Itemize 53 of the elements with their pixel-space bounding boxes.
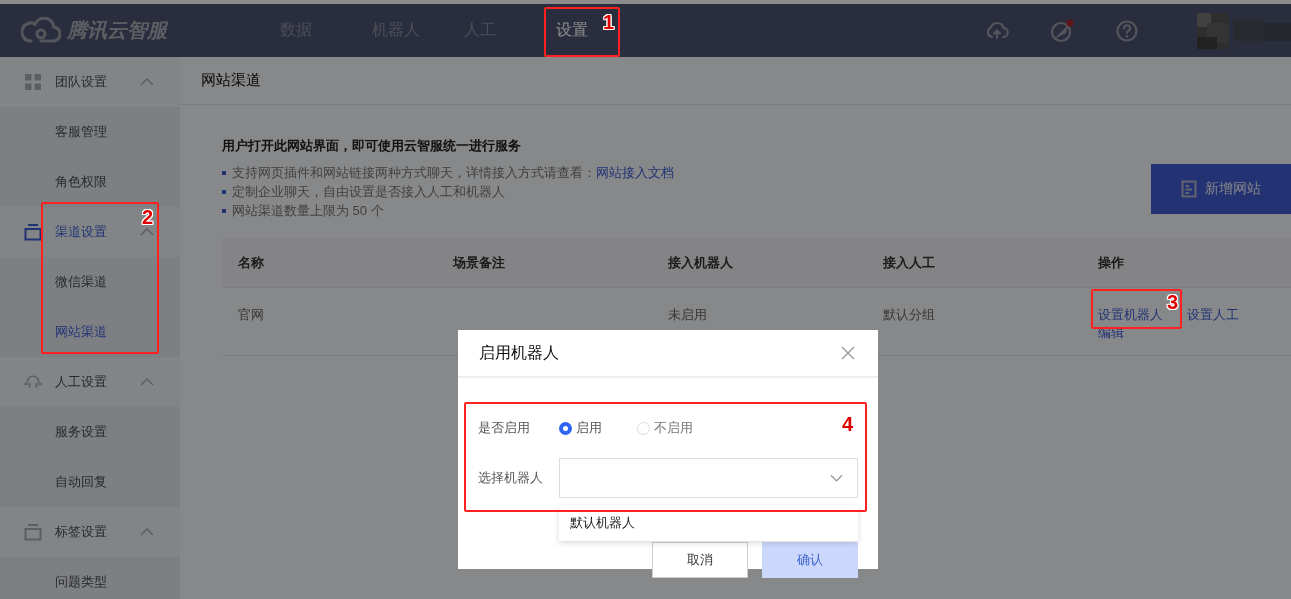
table-cell-text: 未启用 (667, 306, 708, 324)
field-label: 选择机器人 (478, 469, 544, 487)
window-icon (24, 523, 42, 541)
logo-icon (21, 16, 61, 45)
column-header: 名称 (237, 253, 265, 272)
bullet-icon (222, 208, 226, 213)
sidebar-item[interactable]: 微信渠道 (0, 257, 180, 307)
intro-text: 定制企业聊天，自由设置是否接入人工和机器人 (232, 183, 505, 201)
annotation-number: 2 (141, 207, 153, 227)
annotation-number: 4 (841, 414, 853, 434)
intro-heading: 用户打开此网站界面，即可使用云智服统一进行服务 (222, 137, 522, 155)
docs-link[interactable]: 网站接入文档 (596, 163, 674, 182)
radio-option[interactable]: 启用 (559, 419, 637, 437)
radio-option[interactable]: 不启用 (637, 419, 715, 437)
dialog-title: 启用机器人 (479, 342, 559, 363)
column-header: 接入机器人 (667, 253, 734, 272)
table-cell-text: 官网 (237, 306, 265, 324)
chevron-icon (140, 528, 154, 536)
close-icon[interactable] (841, 346, 855, 360)
intro-text: 支持网页插件和网站链接两种方式聊天，详情接入方式请查看： (232, 164, 596, 182)
dropdown-option[interactable]: 默认机器人 (559, 513, 858, 533)
sidebar-item[interactable]: 网站渠道 (0, 307, 180, 357)
intro-text: 网站渠道数量上限为 50 个 (232, 202, 384, 220)
window-icon (24, 223, 42, 241)
column-header: 操作 (1097, 253, 1125, 272)
dialog-button[interactable]: 取消 (652, 542, 748, 578)
chevron-icon (140, 78, 154, 86)
field-label: 是否启用 (478, 419, 531, 437)
add-website-button[interactable]: 新增网站 (1151, 164, 1291, 214)
annotation-number: 3 (1166, 292, 1178, 312)
chevron-icon (830, 474, 843, 482)
bullet-icon (222, 170, 226, 175)
document-icon (1181, 180, 1197, 198)
table-cell-text: 默认分组 (882, 306, 936, 324)
nav-tab[interactable]: 设置 (556, 20, 588, 41)
bullet-icon (222, 189, 226, 194)
help-icon[interactable] (1115, 18, 1139, 43)
action-link[interactable]: 设置机器人 (1098, 307, 1163, 322)
sidebar-item[interactable]: 客服管理 (0, 107, 180, 157)
headset-icon (24, 373, 42, 391)
chevron-icon (140, 228, 154, 236)
sidebar-item[interactable]: 问题类型 (0, 557, 180, 599)
sidebar-item[interactable]: 服务设置 (0, 407, 180, 457)
column-header: 接入人工 (882, 253, 936, 272)
compass-icon[interactable] (1049, 17, 1075, 44)
action-link[interactable]: 设置人工 (1187, 307, 1239, 322)
annotation-number: 1 (602, 12, 614, 32)
page-title: 网站渠道 (201, 71, 261, 90)
sidebar-item[interactable]: 角色权限 (0, 157, 180, 207)
sidebar-item[interactable]: 自动回复 (0, 457, 180, 507)
grid-icon (24, 73, 42, 91)
column-header: 场景备注 (451, 253, 506, 272)
chevron-icon (140, 378, 154, 386)
